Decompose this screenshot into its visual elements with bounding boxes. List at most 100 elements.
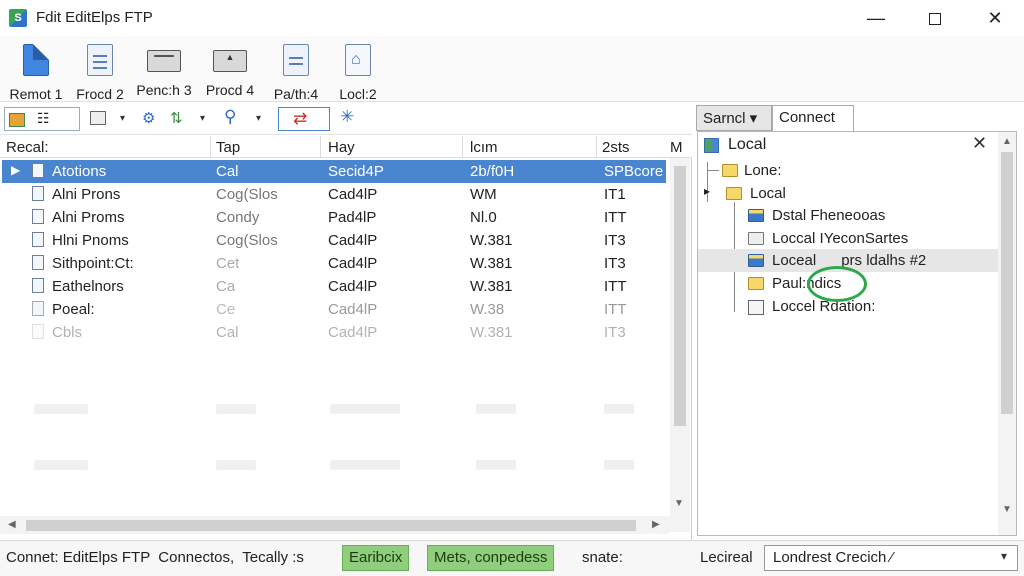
filter-icon[interactable]: ⇅ xyxy=(170,109,183,127)
search-icon[interactable]: ⚲ xyxy=(224,107,236,127)
file-icon xyxy=(32,324,44,339)
table-row[interactable]: Cbls Cal Cad4lP W.381 IT3 xyxy=(2,321,666,344)
filter-dropdown-icon[interactable]: ▾ xyxy=(200,113,205,124)
expand-arrow-icon[interactable]: ▸ xyxy=(704,184,710,198)
app-logo-icon: S xyxy=(9,9,27,27)
close-window-button[interactable]: ✕ xyxy=(975,4,1015,32)
tree-item[interactable]: Lone: xyxy=(698,159,998,182)
tab-connect[interactable]: Connect xyxy=(772,105,854,131)
local-path-combobox[interactable]: Londrest Crecich ⁄ ▾ xyxy=(764,545,1018,571)
local-site-icon xyxy=(704,138,719,153)
column-divider[interactable] xyxy=(320,136,321,158)
ftp-client-window: S Fdit EditElps FTP — ✕ Remot 1 Frocd 2 … xyxy=(0,0,1024,576)
scrollbar-thumb[interactable] xyxy=(1001,152,1013,414)
combobox-value: Londrest Crecich ⁄ xyxy=(773,549,894,566)
close-icon[interactable]: ✕ xyxy=(972,133,987,154)
table-row[interactable]: ▶ Atotions Cal Secid4P 2b/f0H SPBcore xyxy=(2,160,666,183)
search-dropdown-icon[interactable]: ▾ xyxy=(256,113,261,124)
settings-icon[interactable]: ✳ xyxy=(340,107,354,127)
column-header-status[interactable]: 2sts xyxy=(602,139,630,156)
column-divider[interactable] xyxy=(462,136,463,158)
scrollbar-thumb[interactable] xyxy=(26,520,636,531)
ribbon-toolbar: Remot 1 Frocd 2 Penc:h 3 Procd 4 Pa/th:4… xyxy=(0,36,1024,102)
horizontal-scrollbar[interactable]: ◀ ▶ xyxy=(0,516,670,534)
local-button[interactable]: Locl:2 xyxy=(326,42,390,102)
faded-row-placeholder xyxy=(30,404,670,422)
cell-status: IT3 xyxy=(604,232,626,249)
status-badge: Mets, conpedess xyxy=(427,545,555,571)
table-row[interactable]: Eathelnors Ca Cad4lP W.381 ITT xyxy=(2,275,666,298)
path-button-label: Pa/th:4 xyxy=(273,86,319,102)
vertical-scrollbar[interactable]: ▼ xyxy=(670,158,690,532)
faded-row-placeholder xyxy=(30,460,670,478)
column-header-recal[interactable]: Recal: xyxy=(6,139,49,156)
tree-item[interactable]: Dstal Fheneooas xyxy=(698,204,998,227)
table-row[interactable]: Hlni Pnoms Cog(Slos Cad4lP W.381 IT3 xyxy=(2,229,666,252)
blue-folder-icon xyxy=(748,209,764,222)
scrollbar-thumb[interactable] xyxy=(674,166,686,426)
connect-icon[interactable]: ⚙ xyxy=(142,109,155,127)
file-icon xyxy=(748,300,764,315)
local-button-label: Locl:2 xyxy=(339,86,377,102)
cell-name: Alni Proms xyxy=(52,209,125,226)
table-row[interactable]: Alni Prons Cog(Slos Cad4lP WM IT1 xyxy=(2,183,666,206)
cell-host: Cad4lP xyxy=(328,301,378,318)
folder-icon xyxy=(722,164,738,177)
procd-button[interactable]: Procd 4 xyxy=(198,42,262,100)
pench-button[interactable]: Penc:h 3 xyxy=(132,42,196,100)
grid-icon[interactable] xyxy=(90,111,106,125)
column-header-tap[interactable]: Tap xyxy=(216,139,240,156)
scroll-down-arrow-icon[interactable]: ▼ xyxy=(1002,504,1012,515)
procd-button-label: Procd 4 xyxy=(205,82,255,98)
scroll-up-arrow-icon[interactable]: ▲ xyxy=(1002,136,1012,147)
column-divider[interactable] xyxy=(596,136,597,158)
maximize-button[interactable] xyxy=(915,4,955,32)
document-lines-icon xyxy=(87,44,113,76)
grid-dropdown-icon[interactable]: ▾ xyxy=(120,113,125,124)
cell-status: IT3 xyxy=(604,324,626,341)
column-header-m[interactable]: M xyxy=(670,139,683,156)
blue-folder-icon xyxy=(748,254,764,267)
highlight-circle-annotation xyxy=(807,266,867,302)
maximize-icon xyxy=(929,13,941,26)
tray-icon xyxy=(147,50,181,72)
scroll-left-arrow-icon[interactable]: ◀ xyxy=(8,519,16,530)
minimize-button[interactable]: — xyxy=(856,4,896,32)
title-bar: S Fdit EditElps FTP — ✕ xyxy=(0,0,1024,36)
column-header-hay[interactable]: Hay xyxy=(328,139,355,156)
tree-item-label: Loccel Rdation: xyxy=(772,298,876,315)
copy-icon xyxy=(9,113,25,127)
pench-button-label: Penc:h 3 xyxy=(136,82,192,98)
expand-arrow-icon[interactable]: ▶ xyxy=(11,163,20,177)
tree-item[interactable]: ▸ Local xyxy=(698,182,998,205)
tab-sarncl[interactable]: Sarncl ▾ xyxy=(696,105,772,131)
cell-name: Sithpoint:Ct: xyxy=(52,255,134,272)
cell-type: Cal xyxy=(216,163,239,180)
column-header-size[interactable]: lcım xyxy=(470,139,498,156)
sync-button[interactable]: ⇄ xyxy=(278,107,330,131)
scroll-down-arrow-icon[interactable]: ▼ xyxy=(674,498,684,509)
cell-name: Hlni Pnoms xyxy=(52,232,129,249)
view-toggle[interactable]: ☷ xyxy=(4,107,80,131)
tree-item[interactable]: Loccal IYeconSartes xyxy=(698,227,998,250)
chevron-down-icon[interactable]: ▾ xyxy=(1001,549,1007,563)
local-panel-title: Local xyxy=(728,136,767,153)
cell-type: Cal xyxy=(216,324,239,341)
path-button[interactable]: Pa/th:4 xyxy=(264,42,328,102)
frocd-button[interactable]: Frocd 2 xyxy=(68,42,132,102)
remote-button[interactable]: Remot 1 xyxy=(4,42,68,102)
cell-status: ITT xyxy=(604,301,627,318)
cell-host: Cad4lP xyxy=(328,186,378,203)
column-divider[interactable] xyxy=(210,136,211,158)
list-icon: ☷ xyxy=(37,110,50,126)
connection-status-text: Connet: EditElps FTP Connectos, Tecally … xyxy=(6,549,304,566)
scroll-right-arrow-icon[interactable]: ▶ xyxy=(652,519,660,530)
cell-host: Cad4lP xyxy=(328,324,378,341)
table-row[interactable]: Sithpoint:Ct: Cet Cad4lP W.381 IT3 xyxy=(2,252,666,275)
vertical-scrollbar[interactable]: ▲ ▼ xyxy=(998,132,1016,535)
cell-type: Cet xyxy=(216,255,240,272)
tree-item-label: Loccal IYeconSartes xyxy=(772,230,909,247)
table-row[interactable]: Poeal: Ce Cad4lP W.38 ITT xyxy=(2,298,666,321)
table-row[interactable]: Alni Proms Condy Pad4lP Nl.0 ITT xyxy=(2,206,666,229)
cell-type: Ca xyxy=(216,278,236,295)
